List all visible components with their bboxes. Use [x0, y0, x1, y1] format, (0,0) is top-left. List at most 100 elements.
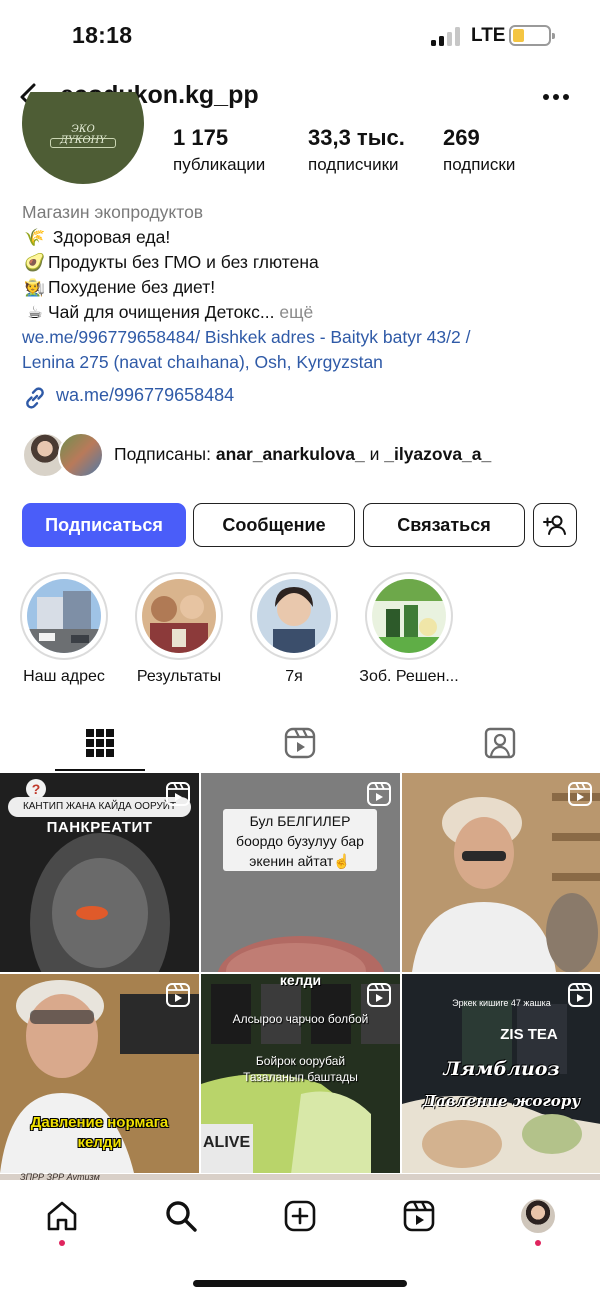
- stat-following[interactable]: 269 подписки: [443, 124, 515, 178]
- reel-badge-icon: [166, 983, 190, 1007]
- reel-badge-icon: [367, 782, 391, 806]
- highlight-cover: [27, 579, 101, 653]
- bio-category: Магазин экопродуктов: [22, 202, 204, 222]
- stat-following-value: 269: [443, 125, 480, 150]
- add-person-icon: [543, 515, 566, 535]
- battery-icon: [509, 25, 555, 46]
- mutual-followers[interactable]: Подписаны: anar_anarkulova_ и _ilyazova_…: [22, 432, 582, 480]
- create-icon: [284, 1200, 316, 1232]
- mutual-conj: и: [369, 444, 380, 464]
- signal-icon: [431, 26, 463, 46]
- post-caption: боордо бузулуу бар: [236, 833, 364, 849]
- post-caption: Давление жогору: [422, 1092, 581, 1110]
- stat-followers-value: 33,3 тыс.: [308, 125, 405, 150]
- mutual-prefix: Подписаны:: [114, 444, 211, 464]
- highlight-label: 7я: [285, 668, 303, 685]
- status-time: 18:18: [72, 22, 133, 48]
- post-caption: Алсыроо чарчоо болбой: [232, 1012, 369, 1026]
- highlight-cover: [142, 579, 216, 653]
- highlight-label: Зоб. Решен...: [359, 668, 459, 685]
- bio-line: 🥑 Продукты без ГМО и без глютена: [22, 250, 582, 275]
- reel-badge-icon: [367, 983, 391, 1007]
- home-indicator: [193, 1280, 407, 1287]
- nav-create[interactable]: [280, 1196, 320, 1236]
- reels-nav-icon: [403, 1200, 435, 1232]
- tea-cup-icon: ☕: [27, 303, 43, 322]
- post-caption: Бойрок оорубай: [255, 1054, 346, 1068]
- active-tab-indicator: [55, 769, 145, 771]
- nav-home[interactable]: [42, 1196, 82, 1236]
- nav-profile[interactable]: [518, 1196, 558, 1236]
- bio-more-link[interactable]: ещё: [279, 302, 313, 322]
- post-thumbnail[interactable]: келди Алсыроо чарчоо болбой Бойрок ооруб…: [201, 974, 400, 1173]
- message-button[interactable]: Сообщение: [193, 503, 355, 547]
- post-caption: Бул БЕЛГИЛЕР: [249, 813, 351, 829]
- post-thumbnail[interactable]: ? КАНТИП ЖАНА КАЙДА ООРУЙТ ПАНКРЕАТИТ: [0, 773, 199, 972]
- more-horizontal-icon[interactable]: [540, 82, 572, 112]
- mutual-follower-avatar: [58, 432, 104, 478]
- post-caption: КАНТИП ЖАНА КАЙДА ООРУЙТ: [8, 797, 191, 817]
- bio-line: 🧑‍🌾 Похудение без диет!: [22, 275, 582, 300]
- avocado-icon: 🥑: [24, 253, 46, 272]
- network-type: LTE: [471, 25, 506, 46]
- avatar-logo-bar: [50, 138, 116, 148]
- highlight-label: Результаты: [136, 668, 222, 685]
- stat-posts-label: публикации: [173, 155, 266, 174]
- question-badge: ?: [26, 779, 46, 799]
- post-thumbnail[interactable]: Эркек кишиге 47 жашка ZIS TEA Лямблиоз Д…: [402, 974, 600, 1173]
- nav-search[interactable]: [161, 1196, 201, 1236]
- bottom-navigation: [0, 1180, 600, 1297]
- mutual-user-1: anar_anarkulova_: [215, 444, 365, 464]
- product-pack-label: ALIVE: [203, 1134, 251, 1151]
- bio-address-line[interactable]: we.me/996779658484/ Bishkek adres - Bait…: [22, 325, 582, 350]
- wheat-icon: 🌾: [24, 228, 46, 247]
- post-caption: экенин айтат☝️: [249, 853, 351, 869]
- bio-address-line[interactable]: Lenina 275 (navat chaıhana), Osh, Kyrgyz…: [22, 350, 582, 375]
- profile-avatar: [521, 1199, 555, 1233]
- bio-line: 🌾 Здоровая еда!: [22, 225, 582, 250]
- bio-link-text: wa.me/996779658484: [56, 385, 235, 405]
- home-icon: [47, 1201, 77, 1231]
- post-caption: Давление нормага: [30, 1114, 169, 1131]
- tab-tagged[interactable]: [400, 716, 600, 770]
- stat-followers[interactable]: 33,3 тыс. подписчики: [308, 124, 405, 178]
- farmer-icon: 🧑‍🌾: [24, 278, 46, 297]
- nav-reels[interactable]: [399, 1196, 439, 1236]
- tagged-icon: [484, 727, 516, 759]
- post-caption: Тазаланып баштады: [243, 1070, 358, 1084]
- follow-button[interactable]: Подписаться: [22, 503, 186, 547]
- bio-line-text: Здоровая еда!: [52, 227, 171, 247]
- profile-avatar-large[interactable]: ЭКО ДҮКӨНҮ: [22, 92, 144, 184]
- post-thumbnail[interactable]: [402, 773, 600, 972]
- post-thumbnail[interactable]: Давление нормага келди: [0, 974, 199, 1173]
- post-caption: ПАНКРЕАТИТ: [46, 819, 153, 836]
- bio-line: ☕ Чай для очищения Детокс... ещё: [22, 300, 582, 325]
- profile-tabs: [0, 716, 600, 772]
- post-thumbnail[interactable]: Бул БЕЛГИЛЕР боордо бузулуу бар экенин а…: [201, 773, 400, 972]
- notification-dot: [59, 1240, 65, 1246]
- reel-badge-icon: [568, 782, 592, 806]
- search-icon: [166, 1201, 197, 1232]
- post-caption: келди: [77, 1134, 122, 1151]
- tab-reels[interactable]: [200, 716, 400, 770]
- bio-line-text: Продукты без ГМО и без глютена: [48, 252, 319, 272]
- tab-posts-grid[interactable]: [0, 716, 200, 770]
- stat-followers-label: подписчики: [308, 155, 399, 174]
- bio-line-text: Чай для очищения Детокс...: [48, 302, 275, 322]
- post-caption: Лямблиоз: [443, 1058, 560, 1080]
- product-pack-label: ZIS TEA: [500, 1026, 558, 1043]
- reels-icon: [284, 727, 316, 759]
- reel-badge-icon: [568, 983, 592, 1007]
- stat-following-label: подписки: [443, 155, 516, 174]
- mutual-user-2: _ilyazova_a_: [384, 444, 492, 464]
- mutual-followers-text: Подписаны: anar_anarkulova_ и _ilyazova_…: [114, 444, 491, 465]
- posts-grid: ? КАНТИП ЖАНА КАЙДА ООРУЙТ ПАНКРЕАТИТ Бу…: [0, 773, 600, 1177]
- highlight-label: Наш адрес: [23, 668, 105, 685]
- notification-dot: [535, 1240, 541, 1246]
- stat-posts[interactable]: 1 175 публикации: [173, 124, 265, 178]
- profile-bio: Магазин экопродуктов 🌾 Здоровая еда! 🥑 Пр…: [22, 200, 582, 375]
- contact-button[interactable]: Связаться: [363, 503, 525, 547]
- suggest-users-button[interactable]: [533, 503, 577, 547]
- bio-line-text: Похудение без диет!: [48, 277, 216, 297]
- reel-badge-icon: [166, 782, 190, 806]
